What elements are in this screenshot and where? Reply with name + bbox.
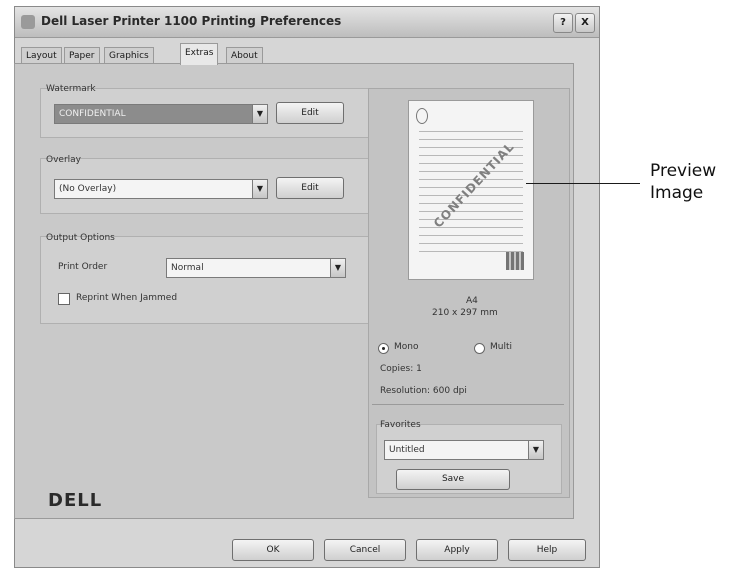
multi-radio[interactable] — [474, 343, 485, 354]
callout-line1: Preview — [650, 161, 717, 181]
chevron-down-icon: ▼ — [252, 105, 267, 123]
help-button[interactable]: Help — [508, 539, 586, 561]
output-options-group-label: Output Options — [46, 233, 115, 243]
watermark-select[interactable]: CONFIDENTIAL ▼ — [54, 104, 268, 124]
divider — [372, 404, 564, 405]
reprint-when-jammed-checkbox[interactable] — [58, 293, 70, 305]
watermark-select-value: CONFIDENTIAL — [59, 109, 126, 119]
favorites-select[interactable]: Untitled ▼ — [384, 440, 544, 460]
overlay-group-label: Overlay — [46, 155, 81, 165]
watermark-group-label: Watermark — [46, 84, 96, 94]
callout-line2: Image — [650, 183, 704, 203]
mono-label: Mono — [394, 342, 419, 352]
chevron-down-icon: ▼ — [528, 441, 543, 459]
chevron-down-icon: ▼ — [330, 259, 345, 277]
ok-button[interactable]: OK — [232, 539, 314, 561]
cancel-button[interactable]: Cancel — [324, 539, 406, 561]
resolution-text: Resolution: 600 dpi — [380, 386, 467, 396]
printer-icon — [21, 15, 35, 29]
preview-image-callout: Preview Image — [650, 160, 716, 204]
overlay-select[interactable]: (No Overlay) ▼ — [54, 179, 268, 199]
tab-extras[interactable]: Extras — [180, 43, 219, 65]
page-logo-icon — [416, 108, 428, 124]
overlay-edit-button[interactable]: Edit — [276, 177, 344, 199]
close-button[interactable]: X — [575, 13, 595, 33]
favorites-save-button[interactable]: Save — [396, 469, 510, 490]
multi-label: Multi — [490, 342, 512, 352]
barcode-icon — [506, 252, 524, 270]
favorites-label: Favorites — [380, 420, 421, 430]
reprint-when-jammed-label: Reprint When Jammed — [76, 293, 178, 303]
print-order-value: Normal — [171, 263, 204, 273]
callout-line — [526, 183, 640, 184]
chevron-down-icon: ▼ — [252, 180, 267, 198]
paper-size: 210 x 297 mm — [432, 308, 498, 318]
watermark-edit-button[interactable]: Edit — [276, 102, 344, 124]
paper-name: A4 — [466, 296, 478, 306]
favorites-value: Untitled — [389, 445, 425, 455]
print-order-select[interactable]: Normal ▼ — [166, 258, 346, 278]
print-order-label: Print Order — [58, 262, 108, 272]
help-title-button[interactable]: ? — [553, 13, 573, 33]
copies-text: Copies: 1 — [380, 364, 422, 374]
apply-button[interactable]: Apply — [416, 539, 498, 561]
window-title: Dell Laser Printer 1100 Printing Prefere… — [41, 14, 342, 28]
dell-logo: DELL — [48, 490, 103, 511]
mono-radio[interactable] — [378, 343, 389, 354]
overlay-select-value: (No Overlay) — [59, 184, 117, 194]
output-options-group — [40, 236, 370, 324]
title-bar: Dell Laser Printer 1100 Printing Prefere… — [15, 7, 599, 38]
